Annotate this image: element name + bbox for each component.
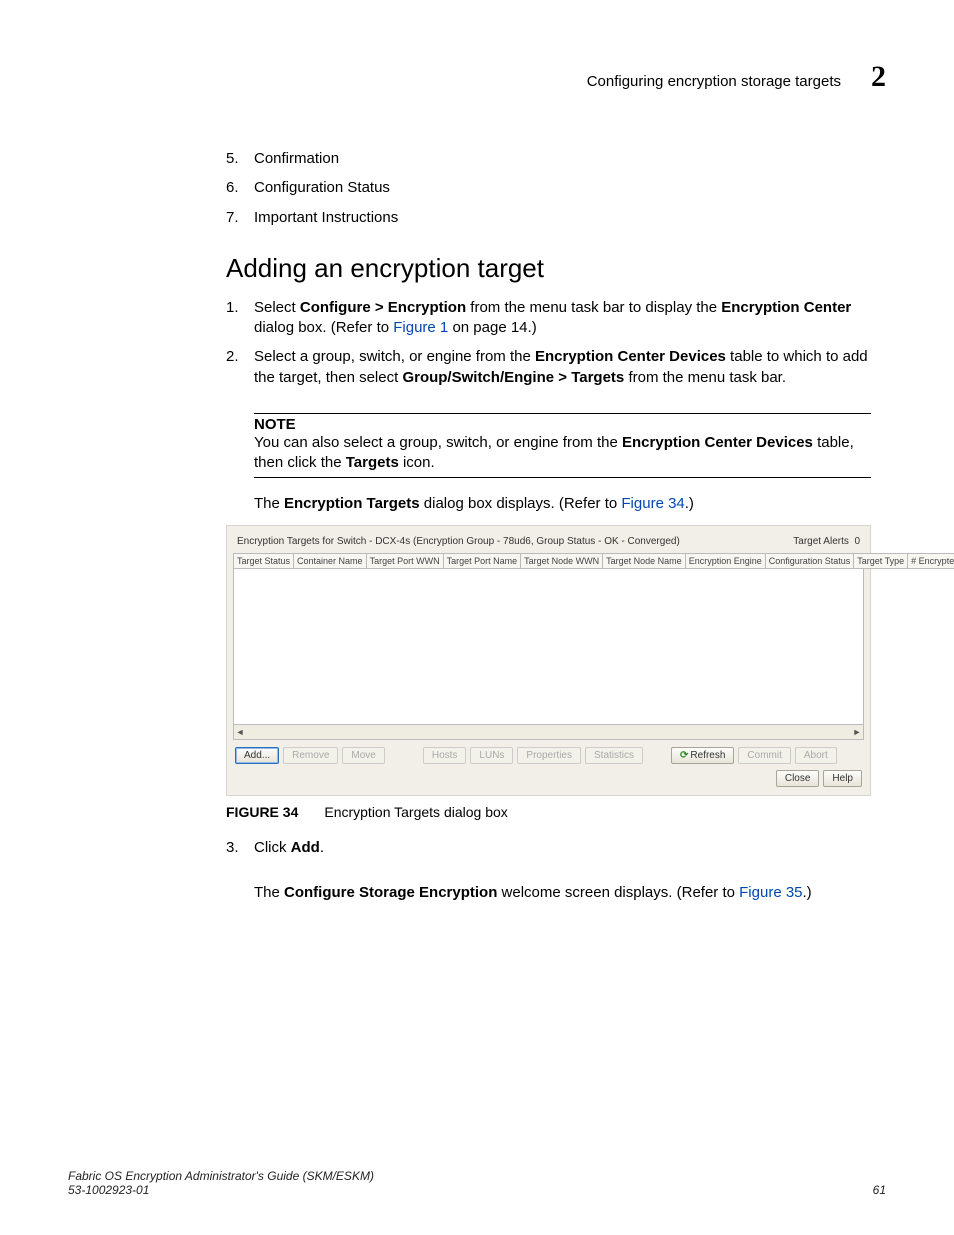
hosts-button[interactable]: Hosts <box>423 747 467 764</box>
abort-button[interactable]: Abort <box>795 747 837 764</box>
header-section: Configuring encryption storage targets <box>587 73 841 90</box>
scroll-left-icon[interactable]: ◄ <box>234 727 246 737</box>
col-header[interactable]: Target Status <box>234 553 294 568</box>
steps-list: 1. Select Configure > Encryption from th… <box>226 298 871 388</box>
properties-button[interactable]: Properties <box>517 747 581 764</box>
step-text: Select a group, switch, or engine from t… <box>254 347 871 388</box>
figure-caption: FIGURE 34Encryption Targets dialog box <box>226 804 871 820</box>
list-item: Configuration Status <box>254 178 390 198</box>
step-text: Click Add. <box>254 838 324 858</box>
list-top: 5.Confirmation 6.Configuration Status 7.… <box>226 149 871 228</box>
list-num: 7. <box>226 208 254 228</box>
dialog-title: Encryption Targets for Switch - DCX-4s (… <box>237 536 680 547</box>
refresh-button[interactable]: ⟳Refresh <box>671 747 734 764</box>
footer-doc-number: 53-1002923-01 <box>68 1183 374 1197</box>
figure-link[interactable]: Figure 35 <box>739 884 802 901</box>
close-button[interactable]: Close <box>776 770 820 787</box>
note-body: You can also select a group, switch, or … <box>254 433 871 474</box>
table-body-empty <box>233 569 864 724</box>
list-num: 5. <box>226 149 254 169</box>
figure-link[interactable]: Figure 34 <box>621 495 684 512</box>
col-header[interactable]: Target Node WWN <box>521 553 603 568</box>
scroll-right-icon[interactable]: ► <box>851 727 863 737</box>
target-alerts: Target Alerts 0 <box>793 536 860 547</box>
col-header[interactable]: Target Node Name <box>603 553 686 568</box>
statistics-button[interactable]: Statistics <box>585 747 643 764</box>
steps-list-cont: 3. Click Add. <box>226 838 871 858</box>
step3-followup: The Configure Storage Encryption welcome… <box>254 883 871 903</box>
encryption-targets-dialog: Encryption Targets for Switch - DCX-4s (… <box>226 525 871 796</box>
section-heading: Adding an encryption target <box>226 253 871 284</box>
list-item: Important Instructions <box>254 208 398 228</box>
col-header[interactable]: Target Type <box>854 553 908 568</box>
note-rule-bottom <box>254 477 871 478</box>
list-num: 6. <box>226 178 254 198</box>
step-num: 2. <box>226 347 254 388</box>
note-label: NOTE <box>254 416 871 433</box>
move-button[interactable]: Move <box>342 747 384 764</box>
remove-button[interactable]: Remove <box>283 747 338 764</box>
col-header[interactable]: Target Port Name <box>443 553 521 568</box>
help-button[interactable]: Help <box>823 770 862 787</box>
footer-doc-title: Fabric OS Encryption Administrator's Gui… <box>68 1169 374 1183</box>
luns-button[interactable]: LUNs <box>470 747 513 764</box>
col-header[interactable]: Target Port WWN <box>366 553 443 568</box>
col-header[interactable]: Encryption Engine <box>685 553 765 568</box>
add-button[interactable]: Add... <box>235 747 279 764</box>
step-text: Select Configure > Encryption from the m… <box>254 298 871 339</box>
col-header[interactable]: Container Name <box>294 553 367 568</box>
col-header[interactable]: Configuration Status <box>765 553 854 568</box>
targets-table: Target Status Container Name Target Port… <box>233 553 954 569</box>
header-chapter: 2 <box>871 60 886 94</box>
step-num: 3. <box>226 838 254 858</box>
page-footer: Fabric OS Encryption Administrator's Gui… <box>68 1169 886 1197</box>
running-header: Configuring encryption storage targets 2 <box>68 60 886 94</box>
footer-page-number: 61 <box>873 1183 886 1197</box>
note-rule-top <box>254 413 871 414</box>
refresh-icon: ⟳ <box>680 750 688 761</box>
list-item: Confirmation <box>254 149 339 169</box>
figure-link[interactable]: Figure 1 <box>393 319 448 336</box>
commit-button[interactable]: Commit <box>738 747 790 764</box>
step-num: 1. <box>226 298 254 339</box>
para-targets: The Encryption Targets dialog box displa… <box>254 494 871 514</box>
horizontal-scrollbar[interactable]: ◄ ► <box>233 724 864 740</box>
col-header[interactable]: # Encrypted / # <box>908 553 954 568</box>
